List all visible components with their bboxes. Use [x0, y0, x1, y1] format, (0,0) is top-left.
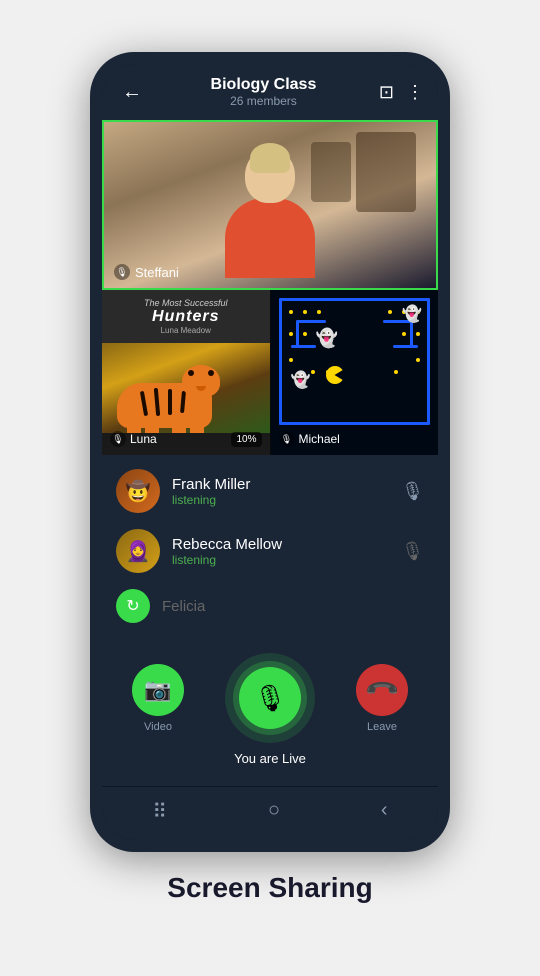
screen-share-icon[interactable]: ⊡: [379, 82, 394, 103]
mic-status-frank: 🎙: [401, 481, 424, 502]
participant-name-frank: Frank Miller: [172, 476, 389, 493]
more-options-icon[interactable]: ⋮: [406, 82, 424, 103]
participant-status-rebecca: listening: [172, 553, 389, 567]
participant-item-rebecca: 🧕 Rebecca Mellow listening 🎙: [102, 521, 438, 581]
header-center: Biology Class 26 members: [158, 76, 369, 108]
person-body: [225, 198, 315, 278]
book-subtitle: The Most Successful: [110, 298, 262, 308]
mic-big-wrapper: 🎙: [225, 653, 315, 743]
member-count: 26 members: [158, 94, 369, 108]
right-video-label: 🎙 Michael: [279, 431, 340, 447]
participant-info-frank: Frank Miller listening: [172, 476, 389, 507]
video-row: The Most Successful Hunters Luna Meadow: [102, 290, 438, 455]
leave-label: Leave: [367, 721, 397, 733]
leave-control: 📞 Leave: [356, 664, 408, 733]
controls-row: 📷 Video 🎙 📞 Leave: [122, 653, 418, 743]
page-wrapper: ← Biology Class 26 members ⊡ ⋮: [0, 52, 540, 924]
participant-name-rebecca: Rebecca Mellow: [172, 536, 389, 553]
nav-home-icon[interactable]: ○: [268, 799, 280, 824]
video-button[interactable]: 📷: [132, 664, 184, 716]
reload-icon[interactable]: ↻: [116, 589, 150, 623]
back-button[interactable]: ←: [116, 79, 148, 106]
video-label: Video: [144, 721, 172, 733]
person-hair: [250, 143, 290, 173]
nav-menu-icon[interactable]: ⠿: [152, 799, 167, 824]
book-image: [102, 343, 270, 433]
video-control: 📷 Video: [132, 664, 184, 733]
main-participant-name: Steffani: [135, 265, 179, 280]
live-status: You are Live: [122, 751, 418, 766]
controls-area: 📷 Video 🎙 📞 Leave: [102, 637, 438, 786]
main-video-label: 🎙 Steffani: [114, 264, 179, 280]
avatar-frank: 🤠: [116, 469, 160, 513]
mic-big-button[interactable]: 🎙: [239, 667, 301, 729]
volume-percentage: 10%: [231, 432, 261, 447]
participant-info-felicia: Felicia: [162, 598, 424, 615]
book-title: Hunters: [110, 308, 262, 326]
nav-back-icon[interactable]: ‹: [381, 799, 388, 824]
right-mic-icon: 🎙: [279, 431, 295, 447]
phone-frame: ← Biology Class 26 members ⊡ ⋮: [90, 52, 450, 852]
video-cell-left: The Most Successful Hunters Luna Meadow: [102, 290, 271, 455]
mic-status-rebecca: 🎙: [401, 541, 424, 562]
left-participant-name: Luna: [130, 432, 157, 446]
book-top: The Most Successful Hunters Luna Meadow: [102, 290, 270, 343]
participant-list: 🤠 Frank Miller listening 🎙 🧕 Rebecca Mel…: [102, 455, 438, 637]
mic-ring-outer: 🎙: [225, 653, 315, 743]
participant-item-frank: 🤠 Frank Miller listening 🎙: [102, 461, 438, 521]
person-head: [245, 148, 295, 203]
participant-name-felicia: Felicia: [162, 598, 424, 615]
participant-item-felicia: ↻ Felicia: [102, 581, 438, 631]
app-header: ← Biology Class 26 members ⊡ ⋮: [102, 64, 438, 120]
leave-button[interactable]: 📞: [345, 653, 419, 727]
phone-screen: ← Biology Class 26 members ⊡ ⋮: [102, 64, 438, 840]
book-author: Luna Meadow: [110, 326, 262, 335]
nav-bar: ⠿ ○ ‹: [102, 786, 438, 840]
video-cell-right: 👻 👻 👻 🎙 Michael: [271, 290, 439, 455]
mic-ring-inner: 🎙: [233, 661, 307, 735]
participant-status-frank: listening: [172, 493, 389, 507]
participant-info-rebecca: Rebecca Mellow listening: [172, 536, 389, 567]
main-video-cell: 🎙 Steffani: [102, 120, 438, 290]
left-mic-icon: 🎙: [110, 431, 126, 447]
mic-icon: 🎙: [114, 264, 130, 280]
left-video-label: 🎙 Luna: [110, 431, 157, 447]
header-icons: ⊡ ⋮: [379, 82, 424, 103]
right-participant-name: Michael: [299, 432, 340, 446]
chat-title: Biology Class: [158, 76, 369, 94]
page-title: Screen Sharing: [167, 872, 372, 904]
avatar-rebecca: 🧕: [116, 529, 160, 573]
